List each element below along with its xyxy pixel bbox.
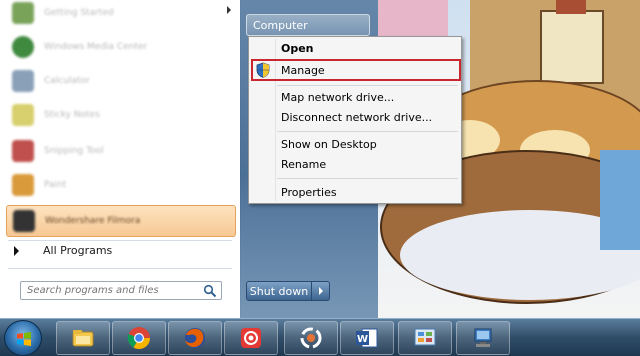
menu-item-map-network-drive[interactable]: Map network drive... xyxy=(281,88,394,106)
divider xyxy=(8,268,232,269)
program-paint[interactable]: Paint xyxy=(6,170,234,200)
taskbar-sync-app[interactable] xyxy=(284,321,338,355)
program-label: Getting Started xyxy=(44,8,114,18)
program-label: Wondershare Filmora xyxy=(45,216,141,226)
chevron-right-icon xyxy=(318,287,323,295)
calculator-icon xyxy=(12,70,34,92)
menu-item-rename[interactable]: Rename xyxy=(281,155,326,173)
start-menu-programs-pane: Getting Started Windows Media Center Cal… xyxy=(0,0,241,318)
taskbar: W xyxy=(0,318,640,356)
svg-text:W: W xyxy=(357,334,368,345)
menu-item-show-on-desktop[interactable]: Show on Desktop xyxy=(281,135,377,153)
filmora-icon xyxy=(13,210,35,232)
all-programs-button[interactable]: All Programs xyxy=(14,244,112,257)
getting-started-icon xyxy=(12,2,34,24)
computer-label: Computer xyxy=(253,18,308,32)
search-input[interactable] xyxy=(21,284,199,297)
shutdown-control: Shut down xyxy=(246,281,330,301)
computer-link[interactable]: Computer xyxy=(246,14,370,36)
chrome-icon xyxy=(127,327,150,349)
taskbar-control-panel[interactable] xyxy=(398,321,452,355)
submenu-arrow-icon xyxy=(227,6,231,14)
word-icon: W xyxy=(356,328,378,348)
all-programs-label: All Programs xyxy=(43,244,113,257)
program-getting-started[interactable]: Getting Started xyxy=(6,0,234,28)
program-label: Windows Media Center xyxy=(44,42,148,52)
menu-separator xyxy=(277,178,458,179)
computer-context-menu: Open Manage Map network drive... Disconn… xyxy=(248,36,462,204)
expand-arrow-icon xyxy=(14,245,19,256)
record-app-icon xyxy=(241,328,261,348)
menu-item-properties[interactable]: Properties xyxy=(281,183,337,201)
taskbar-word[interactable]: W xyxy=(340,321,394,355)
uac-shield-icon xyxy=(256,62,270,78)
program-label: Paint xyxy=(44,180,67,190)
start-search-box[interactable] xyxy=(20,281,222,300)
sync-app-icon xyxy=(300,327,322,349)
taskbar-file-explorer[interactable] xyxy=(56,321,110,355)
program-wondershare-filmora[interactable]: Wondershare Filmora xyxy=(6,205,236,237)
file-explorer-icon xyxy=(72,330,94,347)
network-computer-icon xyxy=(474,328,492,347)
taskbar-firefox[interactable] xyxy=(168,321,222,355)
shutdown-button[interactable]: Shut down xyxy=(246,281,312,301)
menu-separator xyxy=(277,85,458,86)
control-panel-icon xyxy=(414,328,436,346)
menu-item-manage[interactable]: Manage xyxy=(281,61,325,79)
paint-icon xyxy=(12,174,34,196)
menu-item-disconnect-network-drive[interactable]: Disconnect network drive... xyxy=(281,108,432,126)
program-label: Sticky Notes xyxy=(44,110,100,120)
program-media-center[interactable]: Windows Media Center xyxy=(6,32,234,62)
taskbar-record-app[interactable] xyxy=(224,321,278,355)
program-label: Calculator xyxy=(44,76,90,86)
divider xyxy=(8,240,232,241)
search-icon[interactable] xyxy=(203,284,217,298)
firefox-icon xyxy=(185,328,205,348)
start-button[interactable] xyxy=(4,320,42,356)
menu-item-open[interactable]: Open xyxy=(281,39,314,57)
program-sticky-notes[interactable]: Sticky Notes xyxy=(6,100,234,130)
sticky-notes-icon xyxy=(12,104,34,126)
program-snipping-tool[interactable]: Snipping Tool xyxy=(6,136,234,166)
taskbar-network-computer[interactable] xyxy=(456,321,510,355)
windows-logo-icon xyxy=(17,332,31,346)
shutdown-options-button[interactable] xyxy=(312,281,330,301)
program-label: Snipping Tool xyxy=(44,146,104,156)
program-calculator[interactable]: Calculator xyxy=(6,66,234,96)
menu-separator xyxy=(277,131,458,132)
taskbar-chrome[interactable] xyxy=(112,321,166,355)
snipping-tool-icon xyxy=(12,140,34,162)
media-center-icon xyxy=(12,36,34,58)
